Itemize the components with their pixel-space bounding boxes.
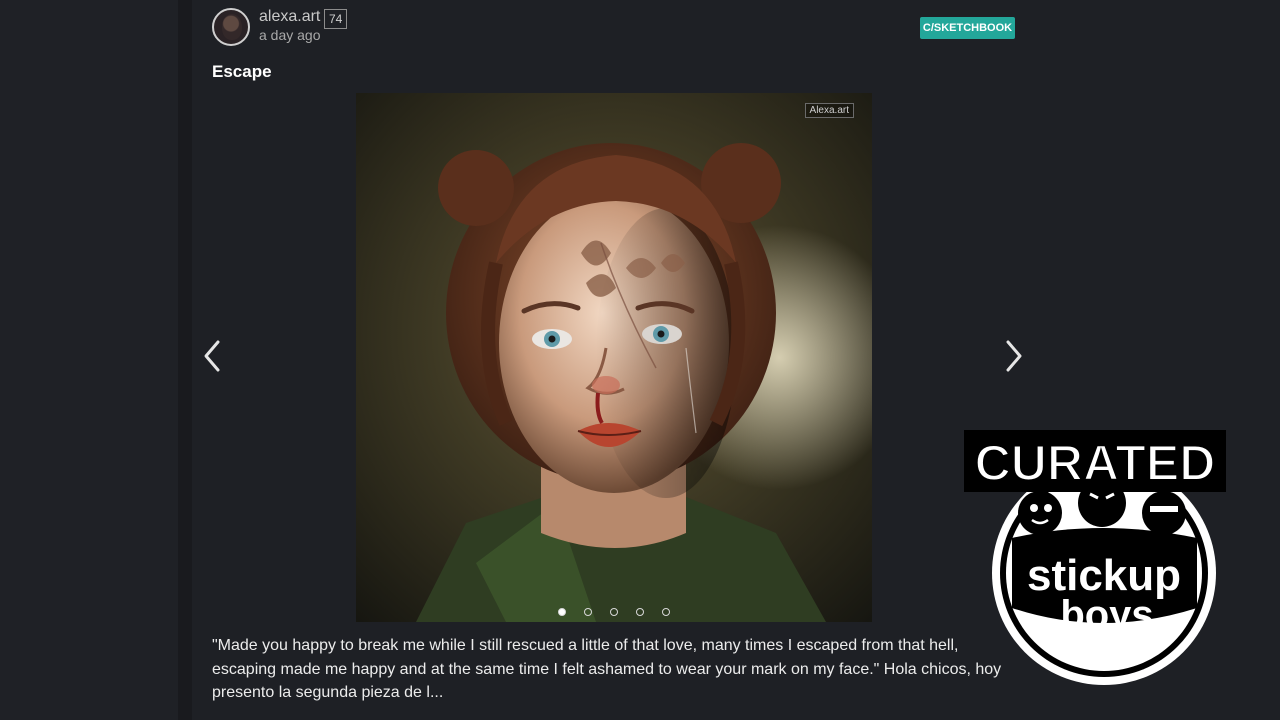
carousel-dot-4[interactable] bbox=[636, 608, 644, 616]
badge-top-text: CURATED bbox=[975, 435, 1216, 491]
carousel-dots bbox=[356, 608, 872, 616]
community-tag[interactable]: C/SKETCHBOOK bbox=[920, 17, 1015, 39]
carousel-dot-1[interactable] bbox=[558, 608, 566, 616]
author-avatar[interactable] bbox=[212, 8, 250, 46]
carousel-dot-5[interactable] bbox=[662, 608, 670, 616]
post-excerpt[interactable]: "Made you happy to break me while I stil… bbox=[212, 634, 1022, 705]
image-carousel[interactable]: Alexa.art bbox=[356, 93, 872, 622]
reputation-badge: 74 bbox=[324, 9, 348, 29]
author-name[interactable]: alexa.art bbox=[259, 8, 320, 26]
badge-line-2: boys bbox=[1060, 593, 1153, 637]
curator-badge: CURATED stickup boys bbox=[964, 430, 1226, 685]
carousel-dot-3[interactable] bbox=[610, 608, 618, 616]
post-title[interactable]: Escape bbox=[212, 62, 272, 82]
carousel-dot-2[interactable] bbox=[584, 608, 592, 616]
curated-stickupboys-logo: CURATED stickup boys bbox=[962, 408, 1232, 693]
post-card: alexa.art 74 a day ago C/SKETCHBOOK Esca… bbox=[192, 0, 1040, 720]
sidebar-divider bbox=[178, 0, 192, 720]
image-watermark: Alexa.art bbox=[804, 103, 854, 118]
chevron-right-icon[interactable] bbox=[998, 336, 1028, 376]
chevron-left-icon[interactable] bbox=[198, 336, 228, 376]
carousel-image bbox=[356, 93, 872, 622]
post-timestamp[interactable]: a day ago bbox=[259, 27, 321, 43]
left-sidebar bbox=[0, 0, 178, 720]
